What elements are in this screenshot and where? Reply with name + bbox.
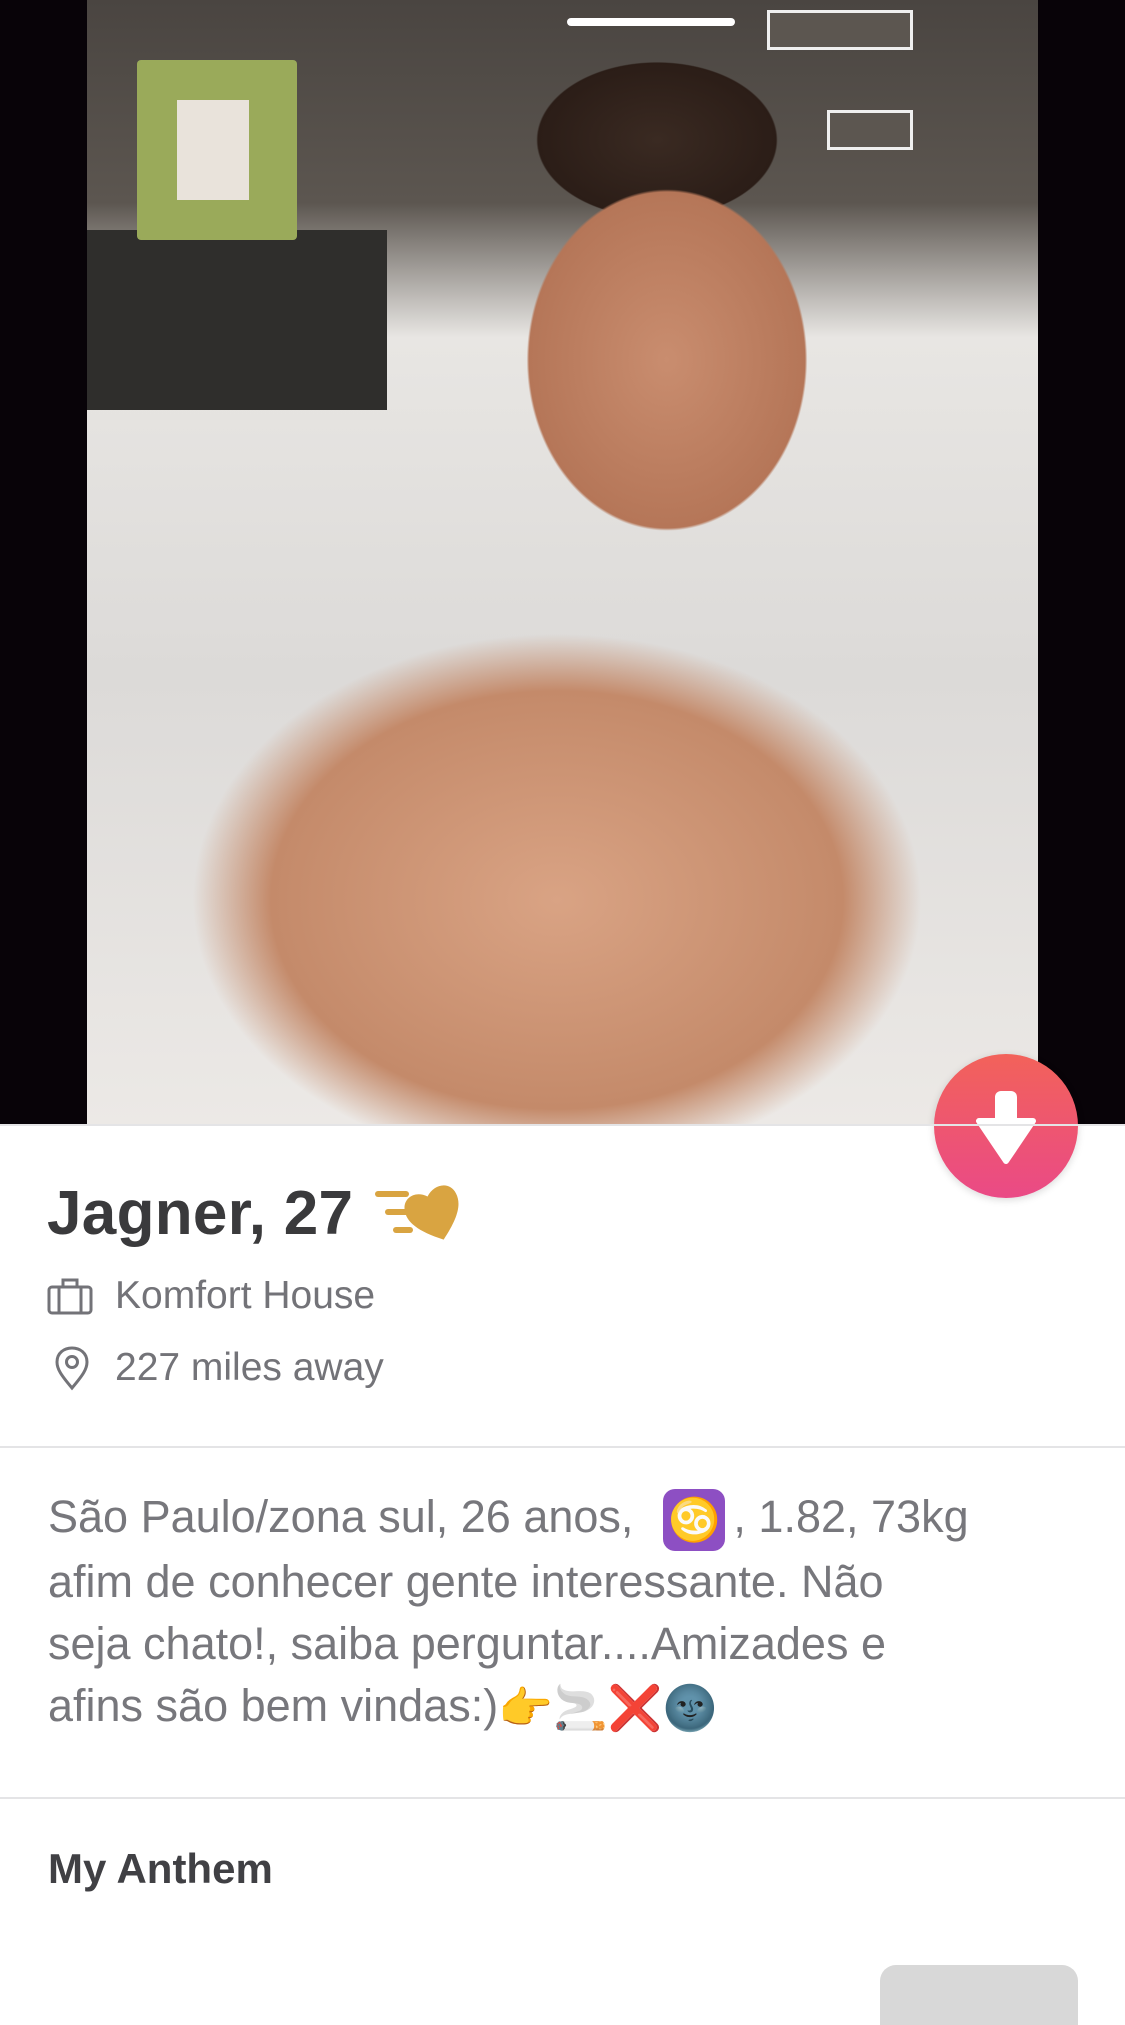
anthem-section-title: My Anthem: [48, 1845, 273, 1892]
bio-divider: [0, 1797, 1125, 1799]
photo-picture-frame: [137, 60, 297, 240]
photo-picture-frame-inner: [177, 100, 249, 200]
new-moon-face-emoji-icon: 🌚: [662, 1684, 718, 1734]
super-like-heart-icon: [375, 1185, 459, 1240]
arrow-down-icon: [976, 1091, 1036, 1164]
bio-line: São Paulo/zona sul, 26 anos, ♋, 1.82, 73k…: [48, 1486, 1088, 1552]
bio-line: seja chato!, saiba perguntar....Amizades…: [48, 1618, 886, 1670]
collapse-profile-button[interactable]: [934, 1054, 1078, 1198]
briefcase-icon: [47, 1278, 93, 1315]
photo-headboard-slot: [767, 10, 913, 50]
location-pin-icon: [55, 1346, 89, 1391]
photo-progress-bar: [567, 18, 735, 26]
cigarette-emoji-icon: 🚬: [553, 1684, 608, 1734]
name-age: Jagner, 27: [47, 1178, 354, 1248]
photo-divider: [0, 1124, 1125, 1126]
profile-photo[interactable]: [87, 0, 1038, 1125]
pointing-hand-emoji-icon: 👉: [498, 1684, 554, 1734]
distance-text: 227 miles away: [115, 1346, 384, 1389]
bio-line-text: São Paulo/zona sul, 26 anos,: [48, 1491, 634, 1542]
bio-line: afim de conhecer gente interessante. Não: [48, 1556, 884, 1608]
bio: São Paulo/zona sul, 26 anos, ♋, 1.82, 73k…: [48, 1486, 1088, 1740]
job-text: Komfort House: [115, 1274, 376, 1317]
cancer-zodiac-icon: ♋: [663, 1489, 726, 1552]
photo-nightstand: [87, 230, 387, 410]
anthem-album-art[interactable]: [880, 1965, 1078, 2025]
info-divider: [0, 1446, 1125, 1448]
photo-headboard-slot: [827, 110, 913, 150]
name-row: Jagner, 27: [47, 1178, 479, 1248]
bio-line-text: , 1.82, 73kg: [733, 1491, 969, 1542]
cross-mark-emoji-icon: ❌: [607, 1684, 663, 1734]
bio-line: afins são bem vindas:)👉🚬❌🌚: [48, 1675, 1088, 1740]
bio-line-text: afins são bem vindas:): [48, 1680, 499, 1732]
job-row: Komfort House: [47, 1268, 375, 1324]
profile-photo-area[interactable]: [0, 0, 1125, 1125]
location-row: 227 miles away: [47, 1340, 384, 1396]
